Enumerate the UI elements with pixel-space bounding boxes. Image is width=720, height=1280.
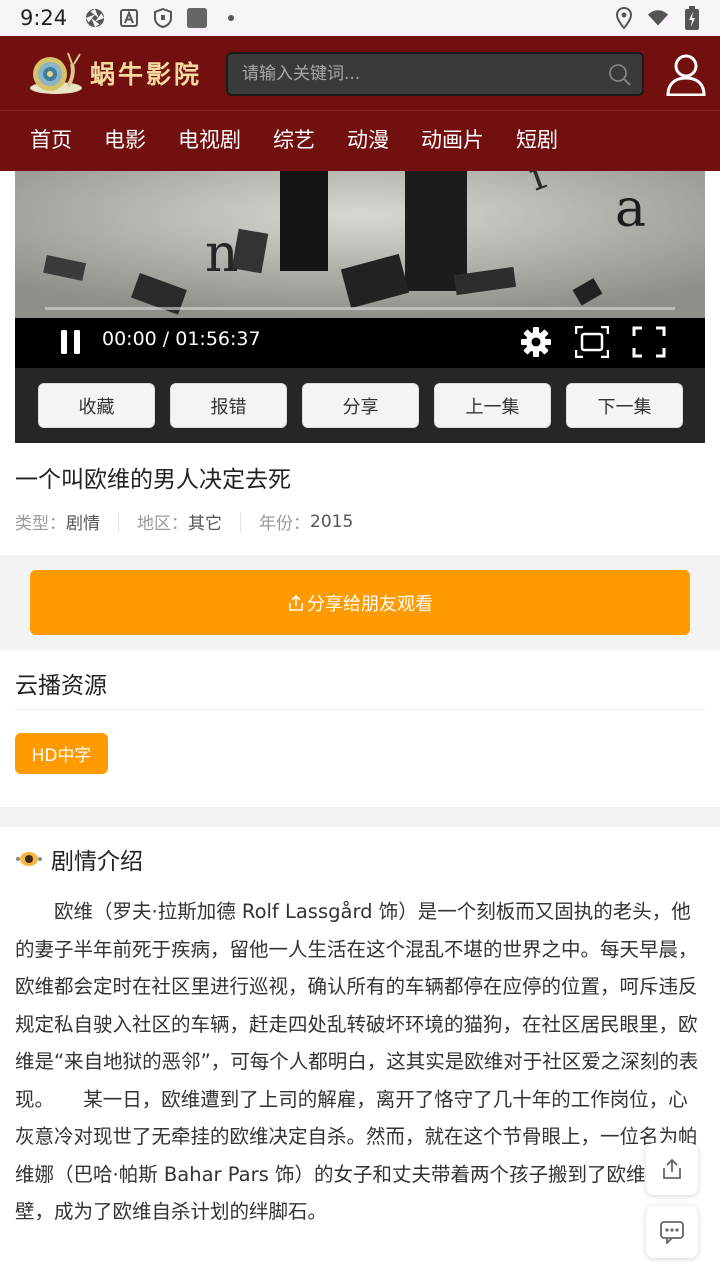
favorite-button[interactable]: 收藏 [38, 383, 155, 428]
player-action-bar: 收藏 报错 分享 上一集 下一集 [15, 368, 705, 443]
status-time: 9:24 [20, 6, 68, 30]
nav-item-variety[interactable]: 综艺 [273, 124, 315, 154]
year-value[interactable]: 2015 [310, 512, 353, 532]
web-fullscreen-icon[interactable] [575, 326, 609, 358]
share-to-friends-label: 分享给朋友观看 [307, 593, 433, 615]
progress-track[interactable] [45, 307, 675, 310]
app-square-icon [187, 8, 208, 28]
nav-item-short[interactable]: 短剧 [516, 124, 558, 154]
site-logo[interactable]: 蜗牛影院 [28, 50, 202, 96]
type-label: 类型： [15, 514, 66, 534]
video-frame[interactable]: a n f [15, 171, 705, 318]
next-episode-button[interactable]: 下一集 [566, 383, 683, 428]
region-label: 地区： [137, 514, 188, 534]
type-value[interactable]: 剧情 [66, 509, 100, 534]
battery-icon [682, 6, 702, 30]
svg-text:a: a [615, 179, 646, 239]
region-value[interactable]: 其它 [188, 509, 222, 534]
fullscreen-icon[interactable] [632, 326, 666, 358]
plot-title: 剧情介绍 [51, 849, 143, 875]
nav-item-home[interactable]: 首页 [30, 124, 72, 154]
site-header: 蜗牛影院 首页 电影 电视剧 综艺 动漫 动画片 短剧 [0, 36, 720, 171]
dot-icon [221, 8, 241, 28]
movie-title: 一个叫欧维的男人决定去死 [15, 467, 291, 493]
prev-episode-button[interactable]: 上一集 [434, 383, 551, 428]
plot-header: 剧情介绍 [15, 842, 143, 876]
share-icon [663, 1158, 681, 1179]
comment-icon [660, 1221, 684, 1244]
section-divider [15, 709, 705, 710]
meta-divider [118, 511, 119, 532]
search-box [226, 52, 644, 96]
nav-item-tv[interactable]: 电视剧 [178, 124, 241, 154]
nav-item-cartoon[interactable]: 动画片 [421, 124, 484, 154]
share-to-friends-button[interactable]: 分享给朋友观看 [30, 570, 690, 635]
nav-item-movies[interactable]: 电影 [104, 124, 146, 154]
shield-icon [153, 8, 173, 28]
wifi-icon [648, 8, 668, 28]
search-input[interactable] [242, 54, 602, 94]
header-divider [0, 110, 720, 111]
search-icon[interactable] [608, 63, 632, 87]
svg-text:n: n [205, 224, 239, 284]
source-tag-hd[interactable]: HD中字 [15, 733, 108, 774]
settings-gear-icon[interactable] [520, 326, 552, 358]
share-upload-icon [289, 594, 303, 611]
video-player[interactable]: a n f 00:00 / 01:56:37 [15, 171, 705, 368]
aperture-icon [85, 8, 105, 28]
plot-description: 欧维（罗夫·拉斯加德 Rolf Lassgård 饰）是一个刻板而又固执的老头，… [15, 900, 699, 1223]
eye-icon [16, 852, 42, 866]
playback-time: 00:00 / 01:56:37 [102, 328, 261, 350]
pause-icon[interactable] [59, 328, 83, 356]
meta-divider [240, 511, 241, 532]
logo-text: 蜗牛影院 [90, 60, 203, 89]
movie-meta: 类型： 剧情 地区： 其它 年份： 2015 [15, 509, 353, 534]
report-error-button[interactable]: 报错 [170, 383, 287, 428]
location-icon [614, 7, 634, 29]
main-nav: 首页 电影 电视剧 综艺 动漫 动画片 短剧 [30, 124, 590, 154]
nav-item-anime[interactable]: 动漫 [347, 124, 389, 154]
year-label: 年份： [259, 514, 310, 534]
font-a-icon [119, 8, 139, 28]
user-icon[interactable] [666, 54, 706, 96]
float-comment-button[interactable] [646, 1206, 698, 1258]
player-controls: 00:00 / 01:56:37 [15, 318, 705, 368]
snail-logo-icon [30, 52, 82, 94]
share-button[interactable]: 分享 [302, 383, 419, 428]
sources-title: 云播资源 [15, 673, 107, 699]
float-share-button[interactable] [646, 1143, 698, 1195]
section-gap [0, 807, 720, 827]
status-bar: 9:24 [0, 0, 720, 36]
